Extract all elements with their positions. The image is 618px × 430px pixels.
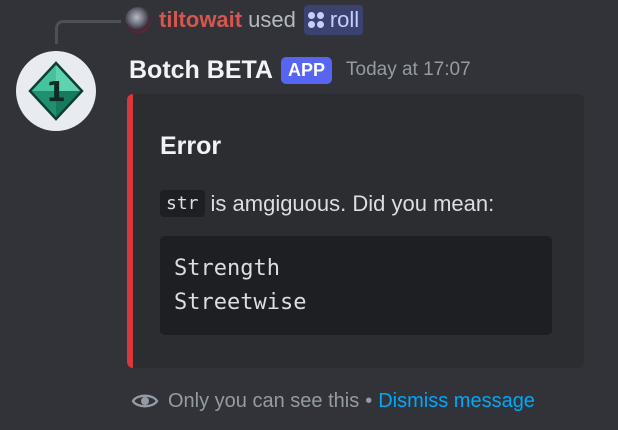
error-embed: Error str is amgiguous. Did you mean: St… (127, 94, 584, 368)
command-name: roll (329, 7, 360, 32)
code-block: Strength Streetwise (160, 236, 552, 335)
code-line: Strength (174, 256, 280, 281)
d10-die-icon: 1 (28, 61, 84, 121)
inline-code: str (160, 190, 205, 217)
code-line: Streetwise (174, 290, 307, 315)
embed-description-text: is amgiguous. Did you mean: (210, 190, 495, 216)
ephemeral-notice: Only you can see this • Dismiss message (130, 386, 535, 416)
separator: • (365, 389, 373, 412)
slash-command-icon (307, 11, 325, 29)
reply-username[interactable]: tiltowait (159, 7, 242, 33)
eye-icon (131, 394, 159, 408)
bot-avatar[interactable]: 1 (16, 51, 96, 131)
message-header: Botch BETA APP Today at 17:07 (129, 52, 471, 88)
discord-message-view: tiltowait used roll 1 Botch BETA APP Tod… (0, 0, 618, 430)
dismiss-message-link[interactable]: Dismiss message (378, 390, 535, 413)
user-avatar[interactable] (125, 7, 151, 33)
embed-description: str is amgiguous. Did you mean: (160, 190, 494, 217)
slash-command-mention[interactable]: roll (303, 5, 364, 35)
app-badge: APP (280, 56, 332, 84)
ephemeral-notice-text: Only you can see this (168, 389, 360, 412)
avatar-number: 1 (46, 75, 65, 108)
reply-connector (55, 20, 121, 44)
reply-used-label: used (248, 7, 296, 32)
author-name[interactable]: Botch BETA (129, 56, 273, 85)
command-reply-context[interactable]: tiltowait used roll (125, 4, 364, 36)
message-timestamp[interactable]: Today at 17:07 (346, 59, 471, 81)
embed-title: Error (160, 132, 222, 160)
